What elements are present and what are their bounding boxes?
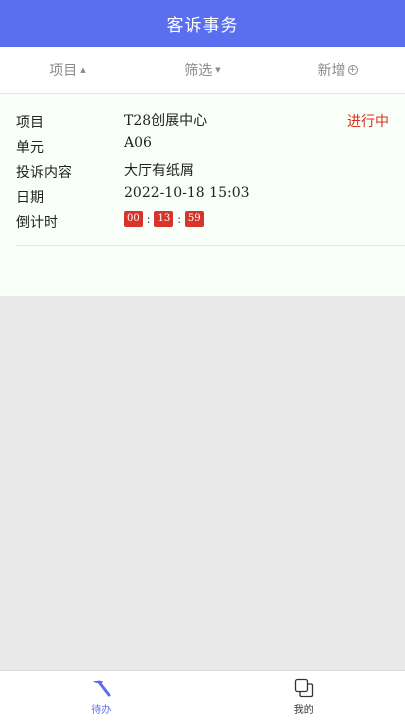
field-label: 日期 xyxy=(16,187,44,207)
field-value-unit: A06 xyxy=(124,135,152,151)
tab-mine[interactable]: 我的 xyxy=(203,671,405,721)
caret-down-icon: ▼ xyxy=(215,66,220,74)
field-row-date: 日期 2022-10-18 15:03 xyxy=(16,181,405,205)
filter-bar: 项目 ▲ 筛选 ▼ 新增 + xyxy=(0,47,405,94)
countdown-minutes: 13 xyxy=(154,211,173,227)
countdown-hours: 00 xyxy=(124,211,143,227)
countdown-separator: : xyxy=(177,213,181,226)
tab-todo-label: 待办 xyxy=(91,701,111,716)
status-badge: 进行中 xyxy=(347,111,389,131)
complaint-list: 项目 T28创展中心 进行中 单元 A06 投诉内容 大厅有纸屑 日期 2022… xyxy=(0,94,405,296)
filter-label: 筛选 xyxy=(184,60,212,80)
field-row-project: 项目 T28创展中心 进行中 xyxy=(16,106,405,130)
field-row-unit: 单元 A06 xyxy=(16,131,405,155)
project-filter-button[interactable]: 项目 ▲ xyxy=(0,60,135,80)
add-circle-icon: + xyxy=(348,65,358,75)
tab-todo[interactable]: 待办 xyxy=(0,671,203,721)
filter-button[interactable]: 筛选 ▼ xyxy=(135,60,270,80)
countdown-timer: 00 : 13 : 59 xyxy=(124,211,204,227)
field-label: 项目 xyxy=(16,112,44,132)
pickaxe-icon xyxy=(90,677,112,699)
field-row-content: 投诉内容 大厅有纸屑 xyxy=(16,156,405,180)
caret-up-icon: ▲ xyxy=(80,66,85,74)
tab-mine-label: 我的 xyxy=(294,701,314,716)
field-value-content: 大厅有纸屑 xyxy=(124,160,194,180)
field-row-countdown: 倒计时 00 : 13 : 59 xyxy=(16,206,405,230)
field-label: 倒计时 xyxy=(16,212,58,232)
complaint-card[interactable]: 项目 T28创展中心 进行中 单元 A06 投诉内容 大厅有纸屑 日期 2022… xyxy=(16,102,405,246)
add-button[interactable]: 新增 + xyxy=(270,60,405,80)
add-label: 新增 xyxy=(318,60,346,80)
field-value-project: T28创展中心 xyxy=(124,110,207,130)
project-filter-label: 项目 xyxy=(49,60,77,80)
countdown-separator: : xyxy=(147,213,151,226)
page-title: 客诉事务 xyxy=(167,11,239,36)
app-header: 客诉事务 xyxy=(0,0,405,47)
bottom-tab-bar: 待办 我的 xyxy=(0,670,405,721)
field-label: 投诉内容 xyxy=(16,162,72,182)
countdown-seconds: 59 xyxy=(185,211,204,227)
field-label: 单元 xyxy=(16,137,44,157)
copy-squares-icon xyxy=(293,677,315,699)
field-value-date: 2022-10-18 15:03 xyxy=(124,185,250,201)
